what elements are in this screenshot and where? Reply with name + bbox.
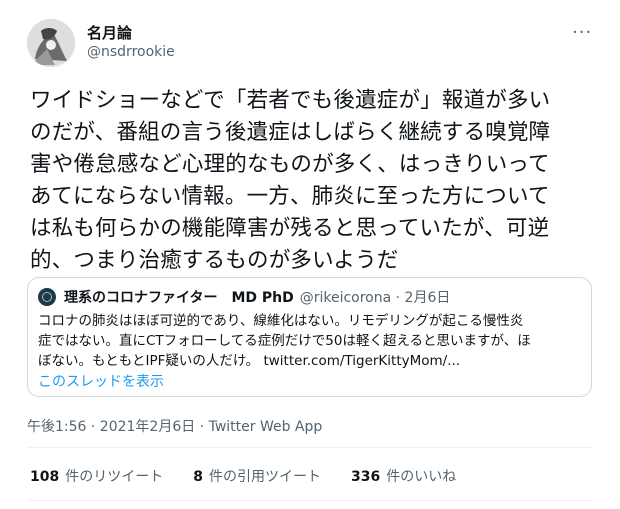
stat-number: 108	[30, 469, 60, 485]
quoted-tweet-text: コロナの肺炎はほぼ可逆的であり、線維化はない。リモデリングが起こる慢性炎 症では…	[38, 313, 531, 369]
avatar[interactable]	[27, 19, 75, 67]
quoted-handle-date: @rikeicorona · 2月6日	[299, 290, 451, 306]
tweet-card: 名月論 @nsdrrookie ··· ワイドショーなどで「若者でも後遺症が」報…	[0, 0, 620, 509]
avatar-image	[27, 19, 75, 67]
more-horizontal-icon[interactable]: ···	[572, 22, 592, 43]
tweet-text: ワイドショーなどで「若者でも後遺症が」報道が多い のだが、番組の言う後遺症はしば…	[30, 88, 551, 273]
stat-number: 336	[350, 469, 381, 485]
divider	[27, 447, 593, 448]
quote-count[interactable]: 8 件の引用ツイート	[193, 466, 321, 486]
divider	[27, 500, 593, 501]
stat-label: 件の引用ツイート	[208, 469, 321, 485]
retweet-count[interactable]: 108 件のリツイート	[30, 466, 163, 486]
like-count[interactable]: 336 件のいいね	[351, 466, 456, 486]
tweet-stats: 108 件のリツイート 8 件の引用ツイート 336 件のいいね	[30, 466, 456, 486]
quoted-tweet[interactable]: 理系のコロナファイター MD PhD @rikeicorona · 2月6日 コ…	[27, 277, 592, 397]
stat-number: 8	[193, 469, 203, 485]
show-thread-link[interactable]: このスレッドを表示	[38, 371, 164, 391]
quoted-avatar	[38, 288, 56, 306]
tweet-timestamp[interactable]: 午後1:56 · 2021年2月6日 · Twitter Web App	[27, 416, 322, 436]
quoted-author-name: 理系のコロナファイター MD PhD	[64, 290, 294, 306]
quoted-tweet-header: 理系のコロナファイター MD PhD @rikeicorona · 2月6日	[38, 287, 450, 307]
author-name[interactable]: 名月論	[87, 22, 132, 43]
author-handle[interactable]: @nsdrrookie	[87, 44, 175, 60]
stat-label: 件のいいね	[386, 469, 457, 485]
stat-label: 件のリツイート	[65, 469, 164, 485]
